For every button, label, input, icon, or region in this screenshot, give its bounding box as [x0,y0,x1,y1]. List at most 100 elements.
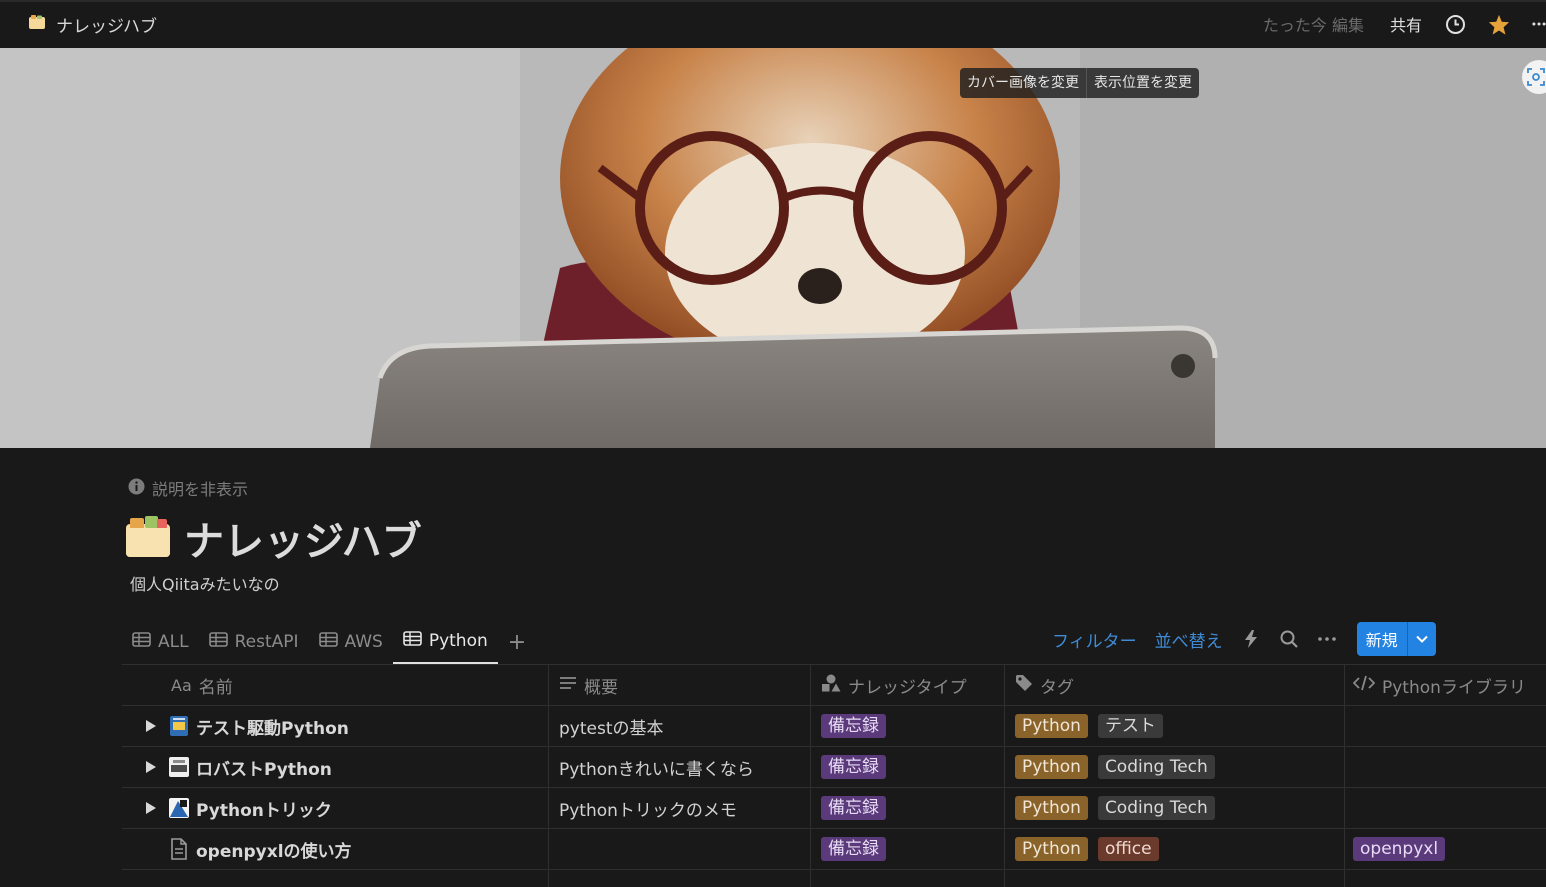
row-title[interactable]: ロバストPython [168,755,332,780]
summary-cell[interactable]: pytestの基本 [549,706,811,746]
row-title-text: openpyxlの使い方 [196,841,352,862]
star-icon[interactable] [1488,13,1510,35]
table-row-partial[interactable] [122,870,1546,887]
tab-restapi[interactable]: RestAPI [199,620,309,664]
hide-description-label: 説明を非表示 [152,480,249,499]
cover-image[interactable]: カバー画像を変更 表示位置を変更 [0,48,1546,448]
column-header-tags[interactable]: タグ [1005,665,1345,705]
column-label: Pythonライブラリ [1382,677,1526,698]
topbar-actions: たった今 編集 共有 [1263,2,1546,46]
type-cell[interactable]: 備忘録 [811,747,1005,787]
name-cell[interactable] [122,870,549,887]
tags-cell[interactable] [1005,870,1345,887]
row-title[interactable]: Pythonトリック [168,796,332,821]
tab-all[interactable]: ALL [122,620,199,664]
column-header-type[interactable]: ナレッジタイプ [811,665,1005,705]
row-title[interactable]: テスト駆動Python [168,714,349,739]
summary-cell[interactable]: Pythonきれいに書くなら [549,747,811,787]
row-title[interactable]: openpyxlの使い方 [168,837,352,862]
summary-cell[interactable] [549,829,811,869]
tags-cell[interactable]: Python Coding Tech [1005,747,1345,787]
row-title-text: テスト駆動Python [196,718,349,739]
view-tabs: ALL RestAPI AWS Python + [122,620,536,664]
summary-cell[interactable] [549,870,811,887]
library-cell[interactable] [1345,747,1546,787]
table-row[interactable]: Pythonトリック Pythonトリックのメモ 備忘録 Python Codi… [122,788,1546,829]
share-button[interactable]: 共有 [1390,12,1422,36]
tab-label: AWS [344,632,383,652]
top-bar: ナレッジハブ たった今 編集 共有 [0,0,1546,46]
add-view-icon[interactable]: + [498,620,536,664]
tags-cell[interactable]: Python Coding Tech [1005,788,1345,828]
type-tag: 備忘録 [821,755,886,779]
summary-cell[interactable]: Pythonトリックのメモ [549,788,811,828]
folder-icon [28,14,46,35]
new-button-group: 新規 [1356,622,1436,656]
type-cell[interactable]: 備忘録 [811,788,1005,828]
change-cover-button[interactable]: カバー画像を変更 [960,68,1086,98]
book-cover-icon [168,756,190,778]
breadcrumb[interactable]: ナレッジハブ [28,12,157,37]
new-button[interactable]: 新規 [1356,622,1407,656]
tags-cell[interactable]: Python テスト [1005,706,1345,746]
more-options-icon[interactable] [1317,629,1337,649]
library-cell[interactable] [1345,788,1546,828]
tab-label: RestAPI [234,632,299,652]
chevron-down-icon[interactable] [1406,622,1436,656]
page-folder-icon[interactable] [124,514,172,558]
name-cell[interactable]: openpyxlの使い方 [122,829,549,869]
column-label: タグ [1040,677,1074,698]
tab-label: Python [428,631,488,651]
tag-python: Python [1015,796,1088,820]
column-header-summary[interactable]: 概要 [549,665,811,705]
book-cover-icon [168,715,190,737]
tag-python: Python [1015,755,1088,779]
type-cell[interactable]: 備忘録 [811,706,1005,746]
row-title-text: Pythonトリック [196,800,332,821]
type-tag: 備忘録 [821,714,886,738]
history-icon[interactable] [1444,13,1466,35]
triangle-right-icon[interactable] [140,720,162,732]
tag-python: Python [1015,714,1088,738]
column-header-name[interactable]: Aa 名前 [122,665,549,705]
notion-page: ナレッジハブ たった今 編集 共有 カバー画像を変更 表示位置を変更 説明を非表… [0,0,1546,887]
table-row[interactable]: テスト駆動Python pytestの基本 備忘録 Python テスト [122,706,1546,747]
name-cell[interactable]: Pythonトリック [122,788,549,828]
hide-description-button[interactable]: 説明を非表示 [128,476,248,500]
name-cell[interactable]: テスト駆動Python [122,706,549,746]
view-actions: フィルター 並べ替え 新規 [1052,622,1436,656]
table-row[interactable]: openpyxlの使い方 備忘録 Python office openpyxl [122,829,1546,870]
library-tag: openpyxl [1353,837,1446,861]
row-title-text: ロバストPython [196,759,332,780]
triangle-right-icon[interactable] [140,761,162,773]
name-cell[interactable]: ロバストPython [122,747,549,787]
library-cell[interactable] [1345,870,1546,887]
tag-coding-tech: Coding Tech [1097,796,1215,820]
tab-python[interactable]: Python [392,620,498,664]
text-type-icon: Aa [171,675,192,695]
page-title[interactable]: ナレッジハブ [184,509,422,567]
type-cell[interactable] [811,870,1005,887]
tag-office: office [1097,837,1159,861]
table-icon [403,631,422,651]
tags-cell[interactable]: Python office [1005,829,1345,869]
library-cell[interactable]: openpyxl [1345,829,1546,869]
type-cell[interactable]: 備忘録 [811,829,1005,869]
lightning-icon[interactable] [1241,629,1261,649]
column-header-library[interactable]: Pythonライブラリ [1345,665,1546,705]
more-icon[interactable] [1532,13,1546,35]
triangle-right-icon[interactable] [140,802,162,814]
cover-illustration [0,48,1546,448]
database-table: Aa 名前 概要 ナレッジタイプ タグ Pythonライブラリ テスト駆動Pyt… [122,664,1546,887]
reposition-button[interactable]: 表示位置を変更 [1086,68,1199,98]
table-body: テスト駆動Python pytestの基本 備忘録 Python テスト ロバス… [122,706,1546,887]
library-cell[interactable] [1345,706,1546,746]
table-row[interactable]: ロバストPython Pythonきれいに書くなら 備忘録 Python Cod… [122,747,1546,788]
tab-aws[interactable]: AWS [309,620,393,664]
breadcrumb-label: ナレッジハブ [56,16,157,37]
search-icon[interactable] [1279,629,1299,649]
table-icon [318,632,338,652]
filter-button[interactable]: フィルター [1052,627,1137,652]
page-description[interactable]: 個人Qiitaみたいなの [130,571,280,595]
sort-button[interactable]: 並べ替え [1155,627,1223,652]
